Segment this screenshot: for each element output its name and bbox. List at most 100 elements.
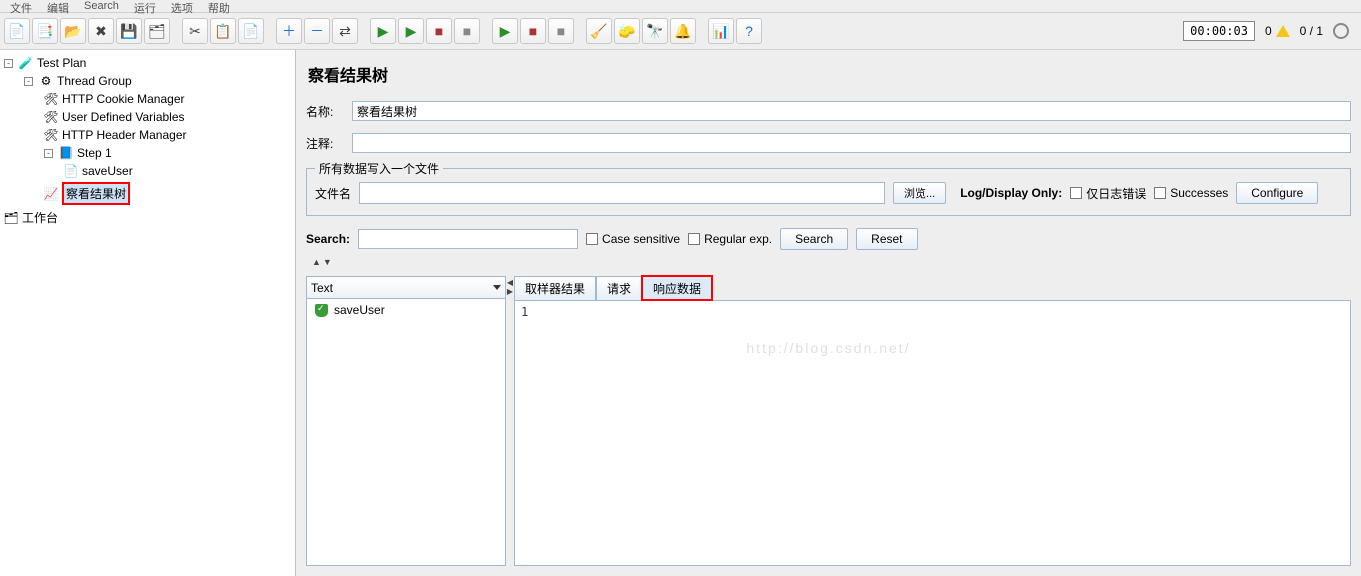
- remote-start-icon[interactable]: ▶: [492, 18, 518, 44]
- tree-label: saveUser: [82, 164, 133, 178]
- toggle-icon[interactable]: -: [44, 149, 53, 158]
- toggle-icon[interactable]: -: [24, 77, 33, 86]
- log-errors-checkbox[interactable]: 仅日志错误: [1070, 185, 1146, 202]
- tree-save-user[interactable]: 📄 saveUser: [64, 162, 295, 180]
- tree-cookie-manager[interactable]: 🛠 HTTP Cookie Manager: [44, 90, 295, 108]
- vertical-splitter[interactable]: ◀▶: [506, 276, 514, 566]
- filename-input[interactable]: [359, 182, 885, 204]
- result-item-saveuser[interactable]: saveUser: [307, 299, 505, 321]
- reset-button[interactable]: Reset: [856, 228, 917, 250]
- name-label: 名称:: [306, 103, 346, 120]
- tree-label: Thread Group: [57, 74, 132, 88]
- panel-title: 察看结果树: [308, 62, 1351, 86]
- tree-label: HTTP Cookie Manager: [62, 92, 185, 106]
- gear-icon[interactable]: [1333, 23, 1349, 39]
- tree-thread-group[interactable]: - ⚙ Thread Group: [24, 72, 295, 90]
- shutdown-icon[interactable]: ■: [454, 18, 480, 44]
- controller-icon: 📘: [59, 146, 73, 160]
- search-button[interactable]: Search: [780, 228, 848, 250]
- group-legend: 所有数据写入一个文件: [315, 160, 443, 177]
- checkbox-label: Case sensitive: [602, 232, 680, 246]
- search-label: Search:: [306, 232, 350, 246]
- tree-workbench[interactable]: 🗂 工作台: [4, 207, 295, 228]
- toolbar: 📄 📑 📂 ✖ 💾 🗂 ✂ 📋 📄 ＋ － ⇄ ▶ ▶ ■ ■ ▶ ■ ■ 🧹 …: [0, 12, 1361, 50]
- tree-label: User Defined Variables: [62, 110, 185, 124]
- tree-label: Step 1: [77, 146, 112, 160]
- templates-icon[interactable]: 📑: [32, 18, 58, 44]
- tree-test-plan[interactable]: - 🧪 Test Plan: [4, 54, 295, 72]
- renderer-combo[interactable]: Text: [307, 277, 505, 299]
- save-icon[interactable]: 💾: [116, 18, 142, 44]
- filename-label: 文件名: [315, 185, 351, 202]
- toolbar-status: 00:00:03 0 0 / 1: [1183, 21, 1357, 41]
- collapse-icon[interactable]: －: [304, 18, 330, 44]
- tab-sampler-result[interactable]: 取样器结果: [514, 276, 596, 300]
- checkbox-label: 仅日志错误: [1086, 185, 1146, 202]
- splitter-handle[interactable]: ▲▼: [312, 258, 1351, 266]
- toggle-icon[interactable]: ⇄: [332, 18, 358, 44]
- copy-icon[interactable]: 📋: [210, 18, 236, 44]
- tree-view-results[interactable]: 📈 察看结果树: [44, 180, 295, 207]
- gear-icon: ⚙: [39, 74, 53, 88]
- test-plan-tree: - 🧪 Test Plan - ⚙ Thread Group 🛠 HTTP Co…: [0, 50, 296, 576]
- menu-edit[interactable]: 编辑: [47, 0, 69, 12]
- checkbox-label: Successes: [1170, 186, 1228, 200]
- result-item-label: saveUser: [334, 303, 385, 317]
- success-shield-icon: [315, 304, 328, 317]
- config-icon: 🛠: [44, 92, 58, 106]
- menu-run[interactable]: 运行: [134, 0, 156, 12]
- open-folder-icon[interactable]: 📂: [60, 18, 86, 44]
- save-as-icon[interactable]: 🗂: [144, 18, 170, 44]
- search-input[interactable]: [358, 229, 578, 249]
- stop-icon[interactable]: ■: [426, 18, 452, 44]
- tab-response-data[interactable]: 响应数据: [642, 276, 712, 300]
- listener-icon: 📈: [44, 187, 58, 201]
- tree-label-selected: 察看结果树: [62, 182, 130, 205]
- successes-checkbox[interactable]: Successes: [1154, 186, 1228, 200]
- combo-label: Text: [311, 281, 333, 295]
- sampler-icon: 📄: [64, 164, 78, 178]
- clear-all-icon[interactable]: 🧽: [614, 18, 640, 44]
- reset-search-icon[interactable]: 🔔: [670, 18, 696, 44]
- comment-label: 注释:: [306, 135, 346, 152]
- find-icon[interactable]: 🔭: [642, 18, 668, 44]
- browse-button[interactable]: 浏览...: [893, 182, 946, 204]
- tree-step1[interactable]: - 📘 Step 1: [44, 144, 295, 162]
- run-no-pause-icon[interactable]: ▶: [398, 18, 424, 44]
- run-icon[interactable]: ▶: [370, 18, 396, 44]
- tab-request[interactable]: 请求: [596, 276, 642, 300]
- menubar: 文件 编辑 Search 运行 选项 帮助: [0, 0, 1361, 12]
- help-icon[interactable]: ?: [736, 18, 762, 44]
- remote-stop-icon[interactable]: ■: [520, 18, 546, 44]
- tree-label: Test Plan: [37, 56, 86, 70]
- timer-display: 00:00:03: [1183, 21, 1255, 41]
- close-icon[interactable]: ✖: [88, 18, 114, 44]
- workbench-icon: 🗂: [4, 211, 18, 225]
- comment-input[interactable]: [352, 133, 1351, 153]
- function-helper-icon[interactable]: 📊: [708, 18, 734, 44]
- menu-search[interactable]: Search: [84, 0, 119, 12]
- config-icon: 🛠: [44, 110, 58, 124]
- paste-icon[interactable]: 📄: [238, 18, 264, 44]
- expand-icon[interactable]: ＋: [276, 18, 302, 44]
- tree-header-manager[interactable]: 🛠 HTTP Header Manager: [44, 126, 295, 144]
- response-body[interactable]: 1: [514, 300, 1351, 566]
- toggle-icon[interactable]: -: [4, 59, 13, 68]
- regex-checkbox[interactable]: Regular exp.: [688, 232, 772, 246]
- menu-file[interactable]: 文件: [10, 0, 32, 12]
- configure-button[interactable]: Configure: [1236, 182, 1318, 204]
- remote-shutdown-icon[interactable]: ■: [548, 18, 574, 44]
- menu-help[interactable]: 帮助: [208, 0, 230, 12]
- menu-options[interactable]: 选项: [171, 0, 193, 12]
- cut-icon[interactable]: ✂: [182, 18, 208, 44]
- clear-icon[interactable]: 🧹: [586, 18, 612, 44]
- log-display-label: Log/Display Only:: [960, 186, 1062, 200]
- tree-label: 工作台: [22, 209, 58, 226]
- name-input[interactable]: [352, 101, 1351, 121]
- tree-user-defined-variables[interactable]: 🛠 User Defined Variables: [44, 108, 295, 126]
- thread-count: 0 / 1: [1300, 24, 1323, 38]
- case-sensitive-checkbox[interactable]: Case sensitive: [586, 232, 680, 246]
- beaker-icon: 🧪: [19, 56, 33, 70]
- chevron-down-icon: [493, 285, 501, 290]
- new-file-icon[interactable]: 📄: [4, 18, 30, 44]
